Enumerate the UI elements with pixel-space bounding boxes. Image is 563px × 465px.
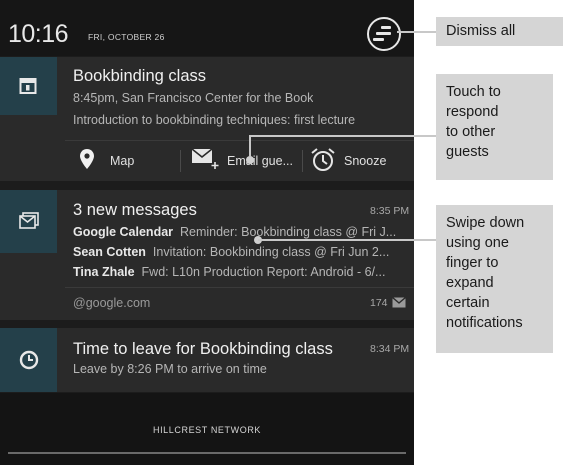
snooze-action[interactable]: Snooze (306, 141, 414, 181)
reminder-time: 8:34 PM (370, 343, 410, 355)
callout-dot (246, 156, 254, 164)
gmail-time: 8:35 PM (370, 205, 410, 217)
dismiss-all-button[interactable] (367, 17, 401, 51)
message-snippet: Reminder: Bookbinding class @ Fri J... (179, 225, 397, 239)
calendar-title: Bookbinding class (73, 67, 206, 85)
clock-icon (19, 350, 39, 370)
divider (302, 150, 303, 172)
calendar-icon (19, 78, 37, 94)
callout-dismiss-all: Dismiss all (436, 17, 563, 46)
notification-shade: 10:16 FRI, OCTOBER 26 Bookbinding class … (0, 0, 414, 465)
drag-handle[interactable] (8, 452, 406, 454)
callout-connector (397, 31, 436, 33)
message-snippet: Fwd: L10n Production Report: Android - 6… (141, 265, 386, 279)
map-pin-icon (80, 149, 94, 169)
calendar-notification[interactable]: Bookbinding class 8:45pm, San Francisco … (0, 57, 414, 181)
map-label: Map (110, 154, 135, 168)
unread-count: 174 (370, 297, 388, 309)
reminder-title: Time to leave for Bookbinding class (73, 340, 333, 358)
callout-text: finger to (446, 255, 499, 271)
callout-touch-respond: Touch to respond to other guests (436, 74, 553, 180)
mail-icon (392, 297, 406, 308)
callout-text: expand (446, 275, 494, 291)
message-snippet: Invitation: Bookbinding class @ Fri Jun … (152, 245, 390, 259)
callout-text: to other (446, 124, 496, 140)
message-sender: Tina Zhale (73, 265, 135, 279)
map-action[interactable]: Map (70, 141, 180, 181)
email-guests-label: Email gue... (227, 154, 294, 168)
network-name: HILLCREST NETWORK (152, 425, 262, 435)
calendar-icon-box (0, 57, 57, 115)
snooze-label: Snooze (344, 154, 387, 168)
callout-swipe-down: Swipe down using one finger to expand ce… (436, 205, 553, 353)
callout-text: respond (446, 104, 499, 120)
gmail-notification[interactable]: 3 new messages 8:35 PM Google Calendar R… (0, 190, 414, 320)
reminder-subtitle: Leave by 8:26 PM to arrive on time (73, 362, 267, 376)
clock: 10:16 (8, 20, 69, 48)
message-sender: Sean Cotten (73, 245, 146, 259)
calendar-description: Introduction to bookbinding techniques: … (73, 113, 356, 127)
gmail-icon-box (0, 190, 57, 253)
message-sender: Google Calendar (73, 225, 174, 239)
message-row: Sean Cotten Invitation: Bookbinding clas… (73, 245, 407, 259)
callout-text: using one (446, 235, 509, 251)
email-guests-action[interactable]: Email gue... (185, 141, 300, 181)
divider (180, 150, 181, 172)
message-row: Tina Zhale Fwd: L10n Production Report: … (73, 265, 407, 279)
calendar-when-where: 8:45pm, San Francisco Center for the Boo… (73, 91, 314, 105)
email-stack-icon (19, 212, 39, 229)
callout-connector (249, 135, 436, 137)
callout-text: Swipe down (446, 215, 525, 231)
status-header: 10:16 FRI, OCTOBER 26 (0, 0, 414, 56)
callout-connector (258, 239, 436, 241)
divider (65, 287, 414, 288)
callout-connector (249, 135, 251, 157)
callout-text: Dismiss all (446, 23, 516, 39)
callout-text: certain (446, 295, 490, 311)
message-row: Google Calendar Reminder: Bookbinding cl… (73, 225, 407, 239)
email-add-icon (191, 148, 219, 169)
dismiss-all-icon (381, 26, 391, 29)
reminder-icon-box (0, 328, 57, 392)
reminder-notification[interactable]: Time to leave for Bookbinding class Leav… (0, 328, 414, 392)
alarm-clock-icon (311, 148, 335, 171)
callout-text: Touch to (446, 84, 501, 100)
callout-text: guests (446, 144, 489, 160)
callout-text: notifications (446, 315, 523, 331)
gmail-title: 3 new messages (73, 201, 197, 219)
date: FRI, OCTOBER 26 (88, 32, 165, 42)
shade-footer: HILLCREST NETWORK (0, 393, 414, 465)
account-name: @google.com (73, 296, 151, 310)
